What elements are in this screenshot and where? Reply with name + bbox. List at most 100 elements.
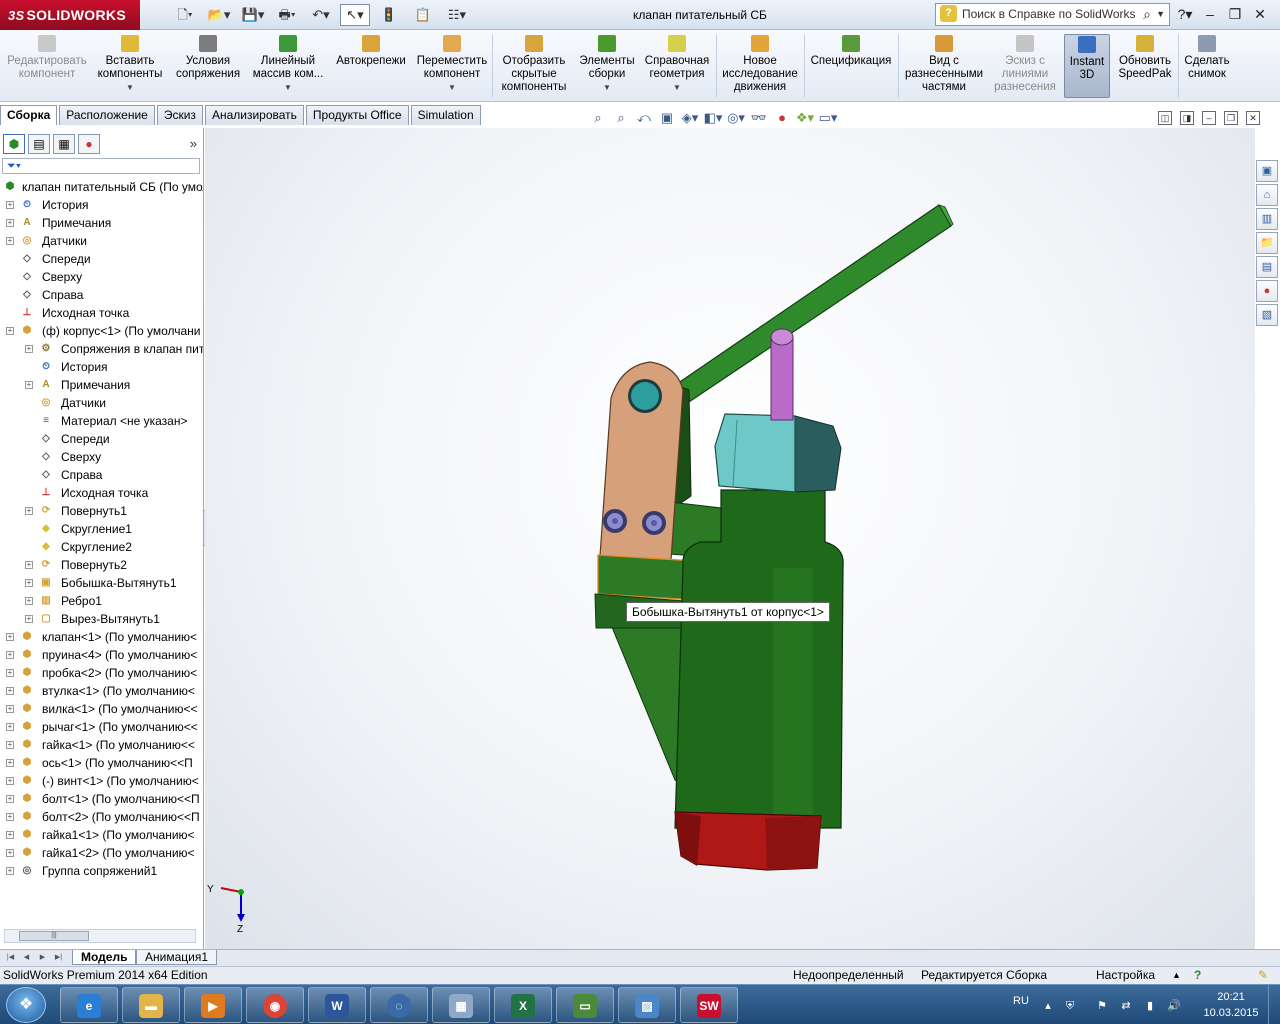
configuration-manager-tab-icon[interactable]: ▦ bbox=[53, 134, 75, 154]
new-motion-study-button[interactable]: Новое исследование движения bbox=[720, 34, 800, 98]
print-icon[interactable]: 🖶▾ bbox=[272, 4, 302, 26]
tree-item[interactable]: + ⬢ клапан<1> (По умолчанию< bbox=[0, 628, 202, 646]
expand-toggle-icon[interactable]: + bbox=[25, 579, 33, 587]
custom-properties-icon[interactable]: ▧ bbox=[1256, 304, 1278, 326]
tree-item[interactable]: + ⟳ Повернуть2 bbox=[0, 556, 202, 574]
expand-toggle-icon[interactable]: + bbox=[6, 849, 14, 857]
tree-item[interactable]: + ⬢ гайка1<2> (По умолчанию< bbox=[0, 844, 202, 862]
tree-item[interactable]: + ⬢ ось<1> (По умолчанию<<П bbox=[0, 754, 202, 772]
solidworks-logo[interactable]: 3S SOLIDWORKS bbox=[0, 0, 140, 30]
explode-line-sketch-button[interactable]: Эскиз с линиями разнесения bbox=[990, 34, 1060, 98]
tab-evaluate[interactable]: Анализировать bbox=[204, 105, 304, 125]
expand-toggle-icon[interactable]: + bbox=[6, 687, 14, 695]
instant3d-button[interactable]: Instant 3D bbox=[1064, 34, 1110, 98]
taskbar-excel[interactable]: X bbox=[494, 987, 552, 1023]
tree-item[interactable]: ◇ Сверху bbox=[0, 448, 202, 466]
home-icon[interactable]: ⌂ bbox=[1256, 184, 1278, 206]
bom-button[interactable]: Спецификация bbox=[808, 34, 894, 98]
zoom-to-fit-icon[interactable]: ⌕ bbox=[588, 109, 608, 127]
zoom-to-area-icon[interactable]: ⌕ bbox=[611, 109, 631, 127]
taskbar-monitor-app[interactable]: ▭ bbox=[556, 987, 614, 1023]
taskbar-chrome[interactable]: ◉ bbox=[246, 987, 304, 1023]
expand-toggle-icon[interactable]: + bbox=[6, 651, 14, 659]
taskbar-image-viewer[interactable]: ▨ bbox=[618, 987, 676, 1023]
tree-item[interactable]: + ⬢ пруина<4> (По умолчанию< bbox=[0, 646, 202, 664]
insert-components-button[interactable]: Вставить компоненты ▼ bbox=[94, 34, 166, 98]
tree-item[interactable]: + ◎ Датчики bbox=[0, 232, 202, 250]
expand-toggle-icon[interactable]: + bbox=[6, 669, 14, 677]
taskbar-app-circle[interactable]: ◌ bbox=[370, 987, 428, 1023]
start-button[interactable]: ❖ bbox=[6, 987, 46, 1023]
lever-part[interactable] bbox=[667, 204, 952, 411]
expand-toggle-icon[interactable]: + bbox=[6, 723, 14, 731]
tree-item[interactable]: ◇ Сверху bbox=[0, 268, 202, 286]
view-settings-icon[interactable]: ▭▾ bbox=[818, 109, 838, 127]
tree-item[interactable]: ◇ Справа bbox=[0, 466, 202, 484]
close-button[interactable]: ✕ bbox=[1250, 4, 1270, 24]
expand-toggle-icon[interactable]: + bbox=[6, 813, 14, 821]
tree-item[interactable]: ⊥ Исходная точка bbox=[0, 484, 202, 502]
chevron-down-icon[interactable]: ▼ bbox=[1156, 4, 1165, 25]
view-orientation-icon[interactable]: ◧▾ bbox=[703, 109, 723, 127]
viewport-minimize-button[interactable]: – bbox=[1202, 111, 1216, 125]
quick-tips-icon[interactable]: ? bbox=[1194, 967, 1201, 984]
tab-simulation[interactable]: Simulation bbox=[410, 105, 481, 125]
expand-toggle-icon[interactable]: + bbox=[25, 381, 33, 389]
previous-tab-icon[interactable]: ◀ bbox=[20, 952, 33, 964]
tree-item[interactable]: + ⏲ История bbox=[0, 196, 202, 214]
new-file-icon[interactable]: 🗋▾ bbox=[170, 4, 200, 26]
tab-model[interactable]: Модель bbox=[72, 950, 137, 965]
update-speedpak-button[interactable]: Обновить SpeedPak bbox=[1114, 34, 1176, 98]
tree-item[interactable]: ◇ Спереди bbox=[0, 430, 202, 448]
property-manager-tab-icon[interactable]: ▤ bbox=[28, 134, 50, 154]
scrollbar-thumb[interactable]: ||| bbox=[19, 931, 89, 941]
smart-fasteners-button[interactable]: Автокрепежи bbox=[332, 34, 410, 98]
tree-item[interactable]: + ⟳ Повернуть1 bbox=[0, 502, 202, 520]
hide-show-items-icon[interactable]: 👓▾ bbox=[749, 109, 769, 143]
restore-button[interactable]: ❐ bbox=[1225, 4, 1245, 24]
tree-root-assembly[interactable]: ⬢ клапан питательный СБ (По умолч bbox=[0, 178, 203, 196]
tab-office-products[interactable]: Продукты Office bbox=[305, 105, 409, 125]
expand-toggle-icon[interactable]: + bbox=[6, 795, 14, 803]
last-tab-icon[interactable]: ▶| bbox=[52, 952, 65, 964]
taskbar-internet-explorer[interactable]: e bbox=[60, 987, 118, 1023]
tree-item[interactable]: ≡ Материал <не указан> bbox=[0, 412, 202, 430]
display-style-icon[interactable]: ◎▾ bbox=[726, 109, 746, 127]
language-indicator[interactable]: RU bbox=[1013, 995, 1029, 1007]
tree-item[interactable]: + ⬢ гайка<1> (По умолчанию<< bbox=[0, 736, 202, 754]
tree-item[interactable]: + ▢ Вырез-Вытянуть1 bbox=[0, 610, 202, 628]
tree-item[interactable]: ◇ Справа bbox=[0, 286, 202, 304]
mate-button[interactable]: Условия сопряжения bbox=[172, 34, 244, 98]
undo-icon[interactable]: ↶▾ bbox=[306, 4, 336, 26]
battery-icon[interactable]: ▮ bbox=[1143, 999, 1157, 1013]
expand-panel-icon[interactable]: » bbox=[190, 136, 197, 151]
view-palette-icon[interactable]: ▤ bbox=[1256, 256, 1278, 278]
assembly-model[interactable] bbox=[205, 128, 1255, 949]
tab-sketch[interactable]: Эскиз bbox=[156, 105, 203, 125]
previous-view-icon[interactable]: ⤺ bbox=[634, 109, 654, 127]
cap-nut-dark-face[interactable] bbox=[794, 415, 842, 493]
viewport-tile-icon[interactable]: ◫ bbox=[1158, 111, 1172, 125]
taskbar-file-explorer[interactable]: ▬ bbox=[122, 987, 180, 1023]
tree-filter-input[interactable]: ⏷▾ bbox=[2, 158, 200, 174]
taskbar-solidworks[interactable]: SW bbox=[680, 987, 738, 1023]
chevron-up-icon[interactable]: ▲ bbox=[1172, 967, 1181, 984]
rebuild-icon[interactable]: 🚦 bbox=[374, 4, 404, 26]
tree-item[interactable]: ⏲ История bbox=[0, 358, 202, 376]
clock[interactable]: 20:21 10.03.2015 bbox=[1201, 989, 1261, 1021]
file-properties-icon[interactable]: 📋 bbox=[408, 4, 438, 26]
appearances-icon[interactable]: ● bbox=[1256, 280, 1278, 302]
display-manager-tab-icon[interactable]: ● bbox=[78, 134, 100, 154]
feature-tree-tab-icon[interactable]: ⬢ bbox=[3, 134, 25, 154]
tree-item[interactable]: + ⬢ вилка<1> (По умолчанию<< bbox=[0, 700, 202, 718]
edit-appearance-icon[interactable]: ● bbox=[772, 109, 792, 127]
exploded-view-button[interactable]: Вид с разнесенными частями bbox=[902, 34, 986, 98]
help-search-input[interactable]: ? Поиск в Справке по SolidWorks ⌕ ▼ bbox=[935, 3, 1170, 26]
tree-item[interactable]: + ⬢ втулка<1> (По умолчанию< bbox=[0, 682, 202, 700]
tree-item[interactable]: ◆ Скругление1 bbox=[0, 520, 202, 538]
linear-pattern-button[interactable]: Линейный массив ком... ▼ bbox=[250, 34, 326, 98]
take-snapshot-button[interactable]: Сделать снимок bbox=[1182, 34, 1232, 98]
expand-toggle-icon[interactable]: + bbox=[6, 777, 14, 785]
expand-toggle-icon[interactable]: + bbox=[6, 705, 14, 713]
tree-item[interactable]: + ⬢ болт<2> (По умолчанию<<П bbox=[0, 808, 202, 826]
